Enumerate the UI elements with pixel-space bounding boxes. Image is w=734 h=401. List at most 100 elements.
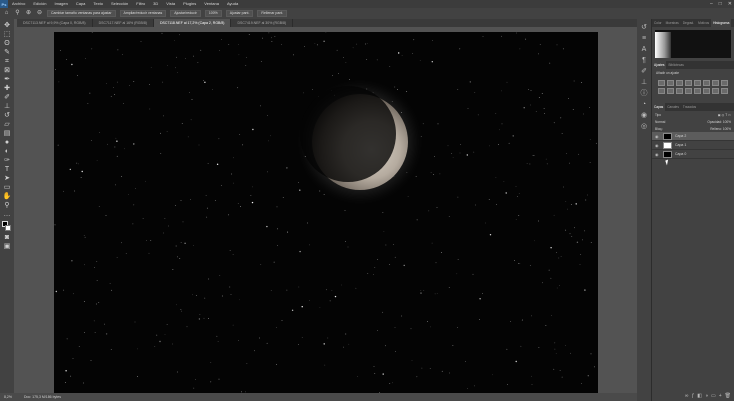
healing-icon[interactable]: ✚ xyxy=(3,84,12,93)
zoom-icon[interactable]: ⚲ xyxy=(3,201,12,210)
menu-capa[interactable]: Capa xyxy=(72,0,90,8)
tab-histogram[interactable]: Histograma xyxy=(711,19,732,27)
menu-edicion[interactable]: Edición xyxy=(29,0,50,8)
posterize-icon[interactable] xyxy=(694,88,701,94)
tab-layers[interactable]: Capas xyxy=(652,103,666,111)
adjustment-layer-icon[interactable]: ◑ xyxy=(705,393,708,399)
hue-icon[interactable] xyxy=(703,80,710,86)
tab-swatches[interactable]: Muestras xyxy=(664,19,681,27)
background-color[interactable] xyxy=(5,225,11,231)
scrubby-zoom-checkbox[interactable]: Ajustar/reducir xyxy=(170,10,201,17)
invert-icon[interactable] xyxy=(685,88,692,94)
eraser-icon[interactable]: ▱ xyxy=(3,120,12,129)
eye-icon[interactable]: ◉ xyxy=(655,134,660,139)
photo-filter-icon[interactable] xyxy=(658,88,665,94)
lasso-icon[interactable]: ʘ xyxy=(3,39,12,48)
tab-paths[interactable]: Trazados xyxy=(681,103,698,111)
dodge-icon[interactable]: ◐ xyxy=(3,147,12,156)
trash-icon[interactable]: 🗑 xyxy=(725,393,731,399)
history-brush-icon[interactable]: ↺ xyxy=(3,111,12,120)
zoom-out-icon[interactable]: ⊖ xyxy=(36,10,43,17)
tab-gradients[interactable]: Degrad. xyxy=(681,19,696,27)
color-balance-icon[interactable] xyxy=(712,80,719,86)
menu-filtro[interactable]: Filtro xyxy=(132,0,149,8)
history-icon[interactable]: ↺ xyxy=(639,23,649,33)
menu-archivo[interactable]: Archivo xyxy=(8,0,29,8)
stamp-icon[interactable]: ⊥ xyxy=(3,102,12,111)
blur-icon[interactable]: ● xyxy=(3,138,12,147)
frame-icon[interactable]: ⊠ xyxy=(3,66,12,75)
zoom-100-button[interactable]: 100% xyxy=(204,10,222,17)
zoom-in-icon[interactable]: ⊕ xyxy=(25,10,32,17)
brush-settings-icon[interactable]: ✐ xyxy=(639,67,649,77)
path-select-icon[interactable]: ➤ xyxy=(3,174,12,183)
fx-icon[interactable]: ƒ xyxy=(691,393,694,399)
image-canvas[interactable] xyxy=(54,32,598,394)
menu-vista[interactable]: Vista xyxy=(162,0,179,8)
eye-icon[interactable]: ◉ xyxy=(655,152,660,157)
shape-icon[interactable]: ▭ xyxy=(3,183,12,192)
layer-row[interactable]: ◉ Capa 2 xyxy=(652,132,734,141)
kind-filter[interactable]: Tipo xyxy=(655,113,661,117)
navigator-icon[interactable]: ◔ xyxy=(639,100,649,110)
gradient-map-icon[interactable] xyxy=(712,88,719,94)
hand-icon[interactable]: ✋ xyxy=(3,192,12,201)
tab-patterns[interactable]: Motivos xyxy=(696,19,711,27)
menu-ayuda[interactable]: Ayuda xyxy=(223,0,242,8)
clone-source-icon[interactable]: ⊥ xyxy=(639,78,649,88)
zoom-tool-icon[interactable]: ⚲ xyxy=(14,10,21,17)
eye-icon[interactable]: ◉ xyxy=(655,143,660,148)
menu-seleccion[interactable]: Selección xyxy=(107,0,132,8)
quick-mask-icon[interactable]: ◙ xyxy=(3,233,12,242)
tab-channels[interactable]: Canales xyxy=(665,103,681,111)
zoom-all-windows-checkbox[interactable]: Ampliar/reducir ventanas xyxy=(119,10,167,17)
paragraph-icon[interactable]: ¶ xyxy=(639,56,649,66)
filter-icons[interactable]: ▣ ◎ T ▭ xyxy=(718,113,731,117)
layer-comps-icon[interactable]: ◎ xyxy=(639,122,649,132)
close-icon[interactable]: ✕ xyxy=(728,0,732,8)
menu-plugins[interactable]: Plugins xyxy=(179,0,200,8)
vibrance-icon[interactable] xyxy=(694,80,701,86)
document-tab-active[interactable]: DSC7118.NEF al 17,2% (Capa 2, RGB/8) xyxy=(153,19,232,27)
character-icon[interactable]: A xyxy=(639,45,649,55)
group-icon[interactable]: ▭ xyxy=(711,393,716,399)
zoom-readout[interactable]: 8,2% xyxy=(4,393,12,401)
tab-libraries[interactable]: Bibliotecas xyxy=(666,61,685,69)
menu-ventana[interactable]: Ventana xyxy=(200,0,223,8)
curves-icon[interactable] xyxy=(676,80,683,86)
layer-row[interactable]: ◉ Capa 0 xyxy=(652,150,734,159)
color-swatches[interactable] xyxy=(2,221,12,233)
document-tab[interactable]: DSC7117.NEF al 16% (RGB/8) xyxy=(93,19,154,27)
more-icon[interactable]: … xyxy=(3,210,12,219)
home-icon[interactable]: ⌂ xyxy=(3,10,10,17)
fill-value[interactable]: 100% xyxy=(723,127,731,131)
opacity-value[interactable]: 100% xyxy=(723,120,731,124)
layer-name[interactable]: Capa 2 xyxy=(675,134,686,138)
lookup-icon[interactable] xyxy=(676,88,683,94)
threshold-icon[interactable] xyxy=(703,88,710,94)
channel-mixer-icon[interactable] xyxy=(667,88,674,94)
tab-color[interactable]: Color xyxy=(652,19,664,27)
sphere-icon[interactable]: ◉ xyxy=(639,111,649,121)
maximize-icon[interactable]: □ xyxy=(719,0,722,8)
screen-mode-icon[interactable]: ▣ xyxy=(3,242,12,251)
eyedropper-icon[interactable]: ✒ xyxy=(3,75,12,84)
menu-texto[interactable]: Texto xyxy=(89,0,107,8)
doc-info[interactable]: Doc: 175,3 M/186 bytes xyxy=(24,393,61,401)
document-tab[interactable]: DSC7419.NEF al 30% (RGB/8) xyxy=(231,19,294,27)
menu-3d[interactable]: 3D xyxy=(149,0,162,8)
layer-name[interactable]: Capa 1 xyxy=(675,143,686,147)
layer-name[interactable]: Capa 0 xyxy=(675,152,686,156)
layer-row[interactable]: ◉ Capa 1 xyxy=(652,141,734,150)
tab-adjustments[interactable]: Ajustes xyxy=(652,61,667,69)
new-layer-icon[interactable]: + xyxy=(719,393,722,399)
fill-screen-button[interactable]: Rellenar pant. xyxy=(257,10,288,17)
crop-icon[interactable]: ⌗ xyxy=(3,57,12,66)
brush-icon[interactable]: ✐ xyxy=(3,93,12,102)
mask-icon[interactable]: ◧ xyxy=(697,393,702,399)
levels-icon[interactable] xyxy=(667,80,674,86)
gradient-icon[interactable]: ▤ xyxy=(3,129,12,138)
blend-mode-select[interactable]: Normal xyxy=(655,120,665,124)
type-icon[interactable]: T xyxy=(3,165,12,174)
pen-icon[interactable]: ✑ xyxy=(3,156,12,165)
